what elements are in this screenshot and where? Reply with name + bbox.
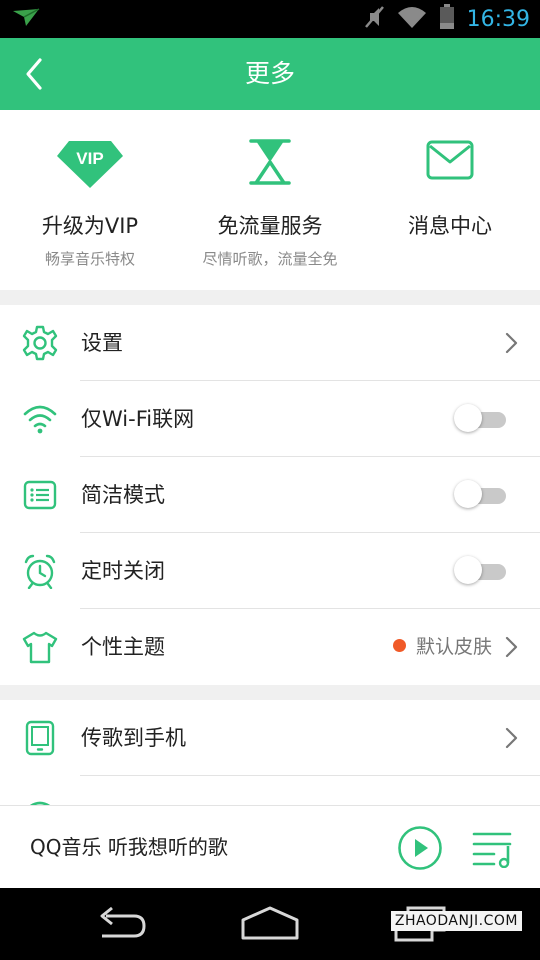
- list-icon: [23, 480, 57, 510]
- phone-icon: [25, 720, 55, 756]
- vip-subtitle: 畅享音乐特权: [44, 250, 135, 268]
- more-list: 传歌到手机: [0, 700, 540, 805]
- free-data-title: 免流量服务: [217, 214, 323, 238]
- nav-home-button[interactable]: [240, 904, 300, 948]
- chevron-right-icon: [505, 727, 518, 749]
- wifi-only-label: 仅Wi-Fi联网: [81, 407, 195, 431]
- broadcast-icon: [29, 801, 51, 805]
- message-center-button[interactable]: 消息中心: [360, 110, 540, 290]
- app-bar: 更多: [0, 38, 540, 110]
- transfer-songs-label: 传歌到手机: [81, 726, 186, 750]
- watermark: ZHAODANJI.COM: [390, 911, 522, 931]
- mute-icon: [363, 5, 385, 33]
- player-slogan: QQ音乐 听我想听的歌: [30, 835, 228, 859]
- play-icon: [398, 826, 442, 870]
- wifi-only-row: 仅Wi-Fi联网: [0, 381, 540, 457]
- settings-row[interactable]: 设置: [0, 305, 540, 381]
- theme-row[interactable]: 个性主题 默认皮肤: [0, 609, 540, 685]
- simple-mode-row: 简洁模式: [0, 457, 540, 533]
- simple-mode-toggle[interactable]: [454, 480, 506, 508]
- chevron-right-icon: [505, 636, 518, 658]
- transfer-songs-row[interactable]: 传歌到手机: [0, 700, 540, 776]
- simple-mode-label: 简洁模式: [81, 483, 165, 507]
- svg-text:VIP: VIP: [76, 149, 103, 168]
- timer-off-toggle[interactable]: [454, 556, 506, 584]
- timer-off-label: 定时关闭: [81, 559, 165, 583]
- back-arrow-icon: [26, 58, 42, 90]
- upgrade-vip-button[interactable]: VIP 升级为VIP 畅享音乐特权: [0, 110, 180, 290]
- list-item-partial[interactable]: [0, 776, 540, 805]
- current-skin-value: 默认皮肤: [415, 636, 492, 658]
- free-data-service-button[interactable]: 免流量服务 尽情听歌，流量全免: [180, 110, 360, 290]
- vip-diamond-icon: VIP: [57, 141, 123, 188]
- back-icon: [100, 906, 146, 938]
- mini-player[interactable]: QQ音乐 听我想听的歌: [0, 805, 540, 888]
- play-button[interactable]: [397, 825, 443, 871]
- envelope-icon: [426, 140, 474, 180]
- tshirt-icon: [22, 631, 58, 664]
- alarm-clock-icon: [24, 554, 56, 589]
- playlist-icon: [472, 832, 512, 869]
- settings-label: 设置: [81, 331, 123, 355]
- quick-actions: VIP 升级为VIP 畅享音乐特权 免流量服务 尽情听歌，流量全免 消息中心: [0, 110, 540, 290]
- gear-icon: [22, 325, 58, 361]
- clock: 16:39: [466, 6, 530, 32]
- home-icon: [241, 906, 299, 940]
- settings-list: 设置 仅Wi-Fi联网 简洁模式 定时关闭 个性主题 默认皮肤: [0, 305, 540, 685]
- app-notification-icon: [12, 8, 40, 32]
- hourglass-icon: [249, 139, 291, 185]
- playlist-button[interactable]: [472, 830, 516, 869]
- skin-status-dot: [392, 639, 406, 652]
- current-skin: 默认皮肤: [392, 609, 492, 685]
- status-bar: 16:39: [0, 0, 540, 38]
- timer-off-row: 定时关闭: [0, 533, 540, 609]
- vip-title: 升级为VIP: [41, 214, 139, 238]
- nav-back-button[interactable]: [92, 904, 148, 948]
- wifi-icon: [23, 405, 57, 434]
- page-title: 更多: [244, 59, 295, 88]
- chevron-right-icon: [505, 332, 518, 354]
- message-center-title: 消息中心: [408, 214, 492, 238]
- wifi-icon: [397, 5, 427, 33]
- battery-icon: [439, 4, 455, 34]
- system-nav-bar: ZHAODANJI.COM: [0, 888, 540, 960]
- back-button[interactable]: [18, 56, 54, 92]
- wifi-only-toggle[interactable]: [454, 404, 506, 432]
- free-data-subtitle: 尽情听歌，流量全免: [202, 250, 338, 268]
- theme-label: 个性主题: [81, 635, 165, 659]
